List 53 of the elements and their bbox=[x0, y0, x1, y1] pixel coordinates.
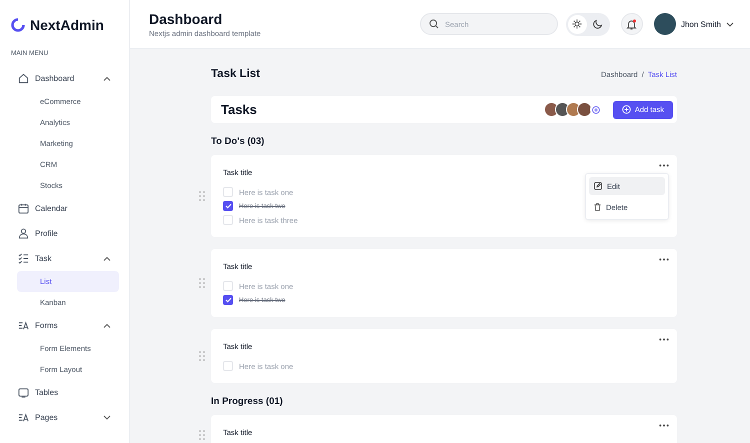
bell-icon bbox=[626, 18, 638, 30]
sun-icon bbox=[572, 19, 582, 29]
table-icon bbox=[18, 387, 29, 398]
user-icon bbox=[18, 228, 29, 239]
user-menu[interactable]: Jhon Smith bbox=[654, 13, 734, 35]
section-heading: In Progress (01) bbox=[211, 396, 284, 407]
drag-handle-icon[interactable] bbox=[199, 430, 205, 440]
light-mode-button[interactable] bbox=[568, 14, 587, 34]
page-title: Task List bbox=[211, 68, 260, 80]
ellipsis-icon bbox=[659, 424, 669, 427]
chevron-icon bbox=[103, 323, 111, 328]
moon-icon bbox=[593, 19, 604, 29]
sidebar-item[interactable]: Task bbox=[10, 246, 119, 271]
plus-circle-icon bbox=[592, 106, 600, 114]
sidebar-item[interactable]: Pages bbox=[10, 405, 119, 430]
logo-text: NextAdmin bbox=[30, 17, 104, 33]
chevron-icon bbox=[726, 22, 734, 26]
edit-icon bbox=[594, 182, 602, 190]
chevron-icon bbox=[103, 256, 111, 261]
forms-icon bbox=[18, 320, 29, 331]
more-options-button[interactable] bbox=[659, 424, 669, 427]
sidebar-item[interactable]: Forms bbox=[10, 313, 119, 338]
chevron-icon bbox=[103, 76, 111, 81]
page-heading: Dashboard bbox=[149, 10, 224, 26]
plus-circle-icon bbox=[622, 105, 631, 114]
logo-icon bbox=[11, 18, 25, 32]
checkbox[interactable] bbox=[223, 201, 233, 211]
forms-icon bbox=[18, 412, 29, 423]
chevron-icon bbox=[103, 415, 111, 420]
user-avatar bbox=[654, 13, 676, 35]
drag-handle-icon[interactable] bbox=[199, 191, 205, 201]
task-icon bbox=[18, 253, 29, 264]
tasks-heading: Tasks bbox=[221, 102, 258, 117]
home-icon bbox=[18, 73, 29, 84]
sidebar-item[interactable]: Calendar bbox=[10, 196, 119, 221]
more-options-button[interactable] bbox=[659, 258, 669, 261]
trash-icon bbox=[594, 203, 601, 211]
member-avatar bbox=[576, 102, 592, 117]
sidebar-item[interactable]: Profile bbox=[10, 221, 119, 246]
notification-button[interactable] bbox=[620, 13, 643, 35]
drag-handle-icon[interactable] bbox=[199, 351, 205, 361]
more-options-button[interactable] bbox=[659, 338, 669, 341]
calendar-icon bbox=[18, 203, 29, 214]
checkbox[interactable] bbox=[223, 295, 233, 305]
sidebar-item[interactable]: Tables bbox=[10, 380, 119, 405]
drag-handle-icon[interactable] bbox=[199, 278, 205, 288]
member-avatar bbox=[544, 102, 559, 117]
sidebar-item[interactable]: Dashboard bbox=[10, 66, 119, 91]
ellipsis-icon bbox=[659, 258, 669, 261]
more-options-button[interactable] bbox=[659, 164, 669, 167]
ellipsis-icon bbox=[659, 164, 669, 167]
section-heading: To Do's (03) bbox=[211, 136, 266, 147]
ellipsis-icon bbox=[659, 338, 669, 341]
